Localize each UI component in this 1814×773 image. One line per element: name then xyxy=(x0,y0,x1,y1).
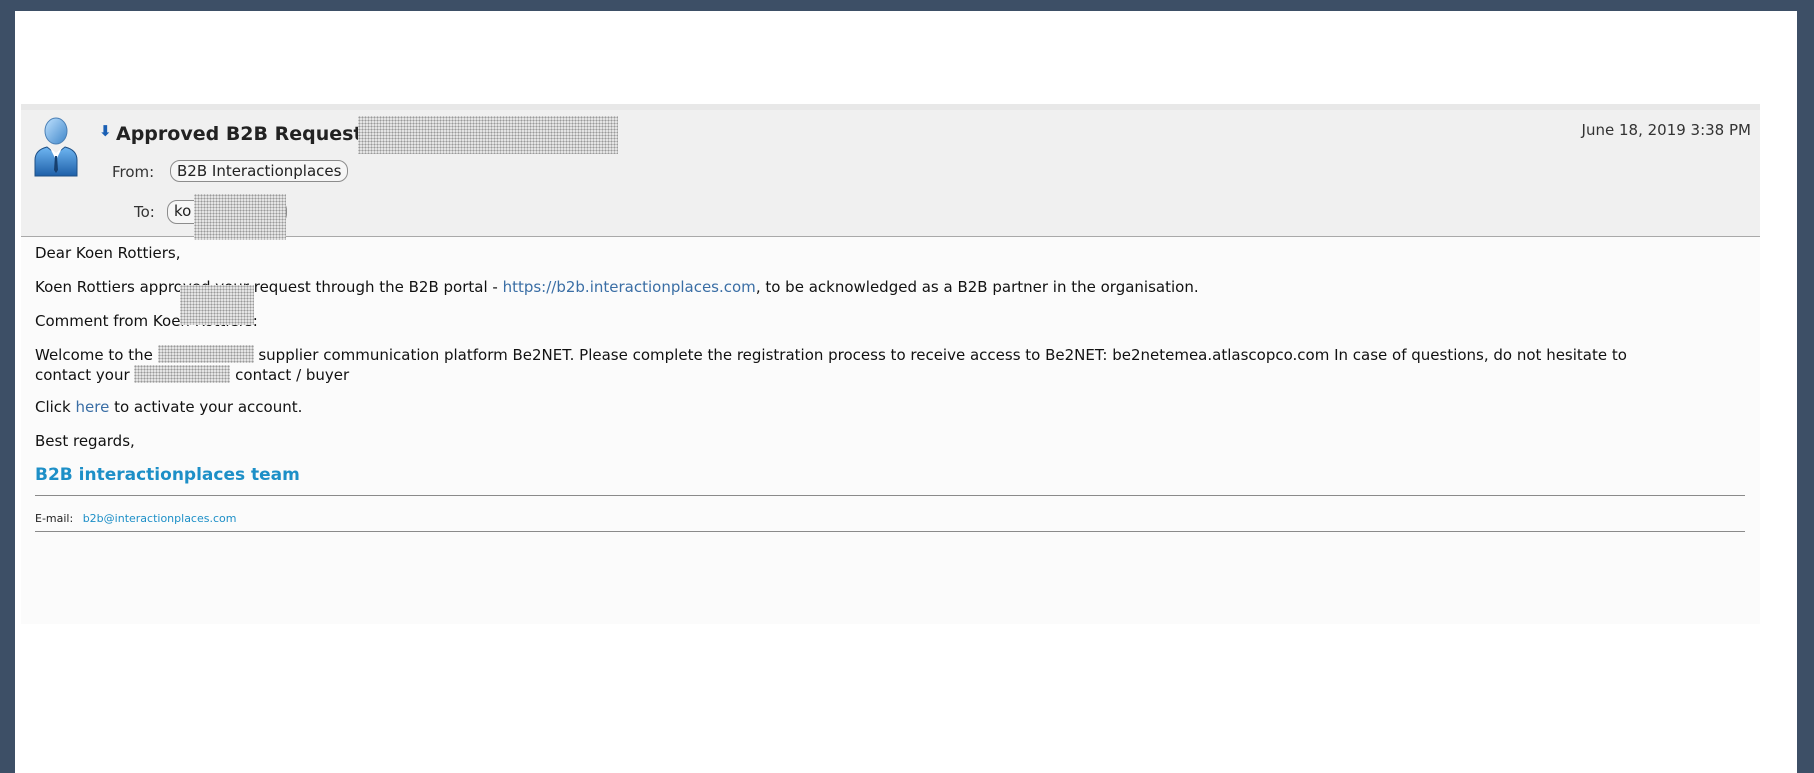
user-avatar-icon xyxy=(31,116,81,178)
regards: Best regards, xyxy=(35,432,135,450)
email-label: E-mail: xyxy=(35,512,74,525)
signature-email-line: E-mail: b2b@interactionplaces.com xyxy=(35,509,236,529)
activate-text-end: to activate your account. xyxy=(109,398,303,416)
email-subject: Approved B2B Request - I xyxy=(116,123,391,145)
email-date: June 18, 2019 3:38 PM xyxy=(1581,121,1751,139)
email-view: ⬇ Approved B2B Request - I June 18, 2019… xyxy=(21,104,1760,624)
activation-paragraph: Click here to activate your account. xyxy=(35,397,302,417)
from-sender-pill[interactable]: B2B Interactionplaces xyxy=(170,160,349,182)
signature-divider-top xyxy=(35,495,1745,496)
signature-divider-bottom xyxy=(35,531,1745,532)
redacted-company-name xyxy=(157,345,254,363)
redacted-comment-overlay xyxy=(180,285,254,325)
signature-email-link[interactable]: b2b@interactionplaces.com xyxy=(83,512,237,525)
window-frame: ⬇ Approved B2B Request - I June 18, 2019… xyxy=(15,11,1797,773)
click-text: Click xyxy=(35,398,76,416)
activate-here-link[interactable]: here xyxy=(76,398,110,416)
redacted-recipient xyxy=(194,194,286,240)
header-stripe xyxy=(21,104,1760,110)
approval-text-end: , to be acknowledged as a B2B partner in… xyxy=(755,278,1199,296)
welcome-text-c: contact your xyxy=(35,366,135,384)
welcome-paragraph: Welcome to the supplier communication pl… xyxy=(35,345,1745,385)
welcome-text-a: Welcome to the xyxy=(35,346,158,364)
low-priority-arrow-icon: ⬇ xyxy=(99,122,112,140)
to-label: To: xyxy=(134,203,155,221)
welcome-text-b: supplier communication platform Be2NET. … xyxy=(253,346,1627,364)
welcome-text-d: contact / buyer xyxy=(230,366,350,384)
portal-link[interactable]: https://b2b.interactionplaces.com xyxy=(503,278,756,296)
redacted-company-name-2 xyxy=(134,365,231,383)
from-label: From: xyxy=(112,163,155,181)
greeting: Dear Koen Rottiers, xyxy=(35,244,181,262)
team-signature: B2B interactionplaces team xyxy=(35,465,300,485)
redacted-subject xyxy=(358,116,618,154)
approval-text: Koen Rottiers approved your request thro… xyxy=(35,278,503,296)
email-header: ⬇ Approved B2B Request - I June 18, 2019… xyxy=(21,104,1760,240)
